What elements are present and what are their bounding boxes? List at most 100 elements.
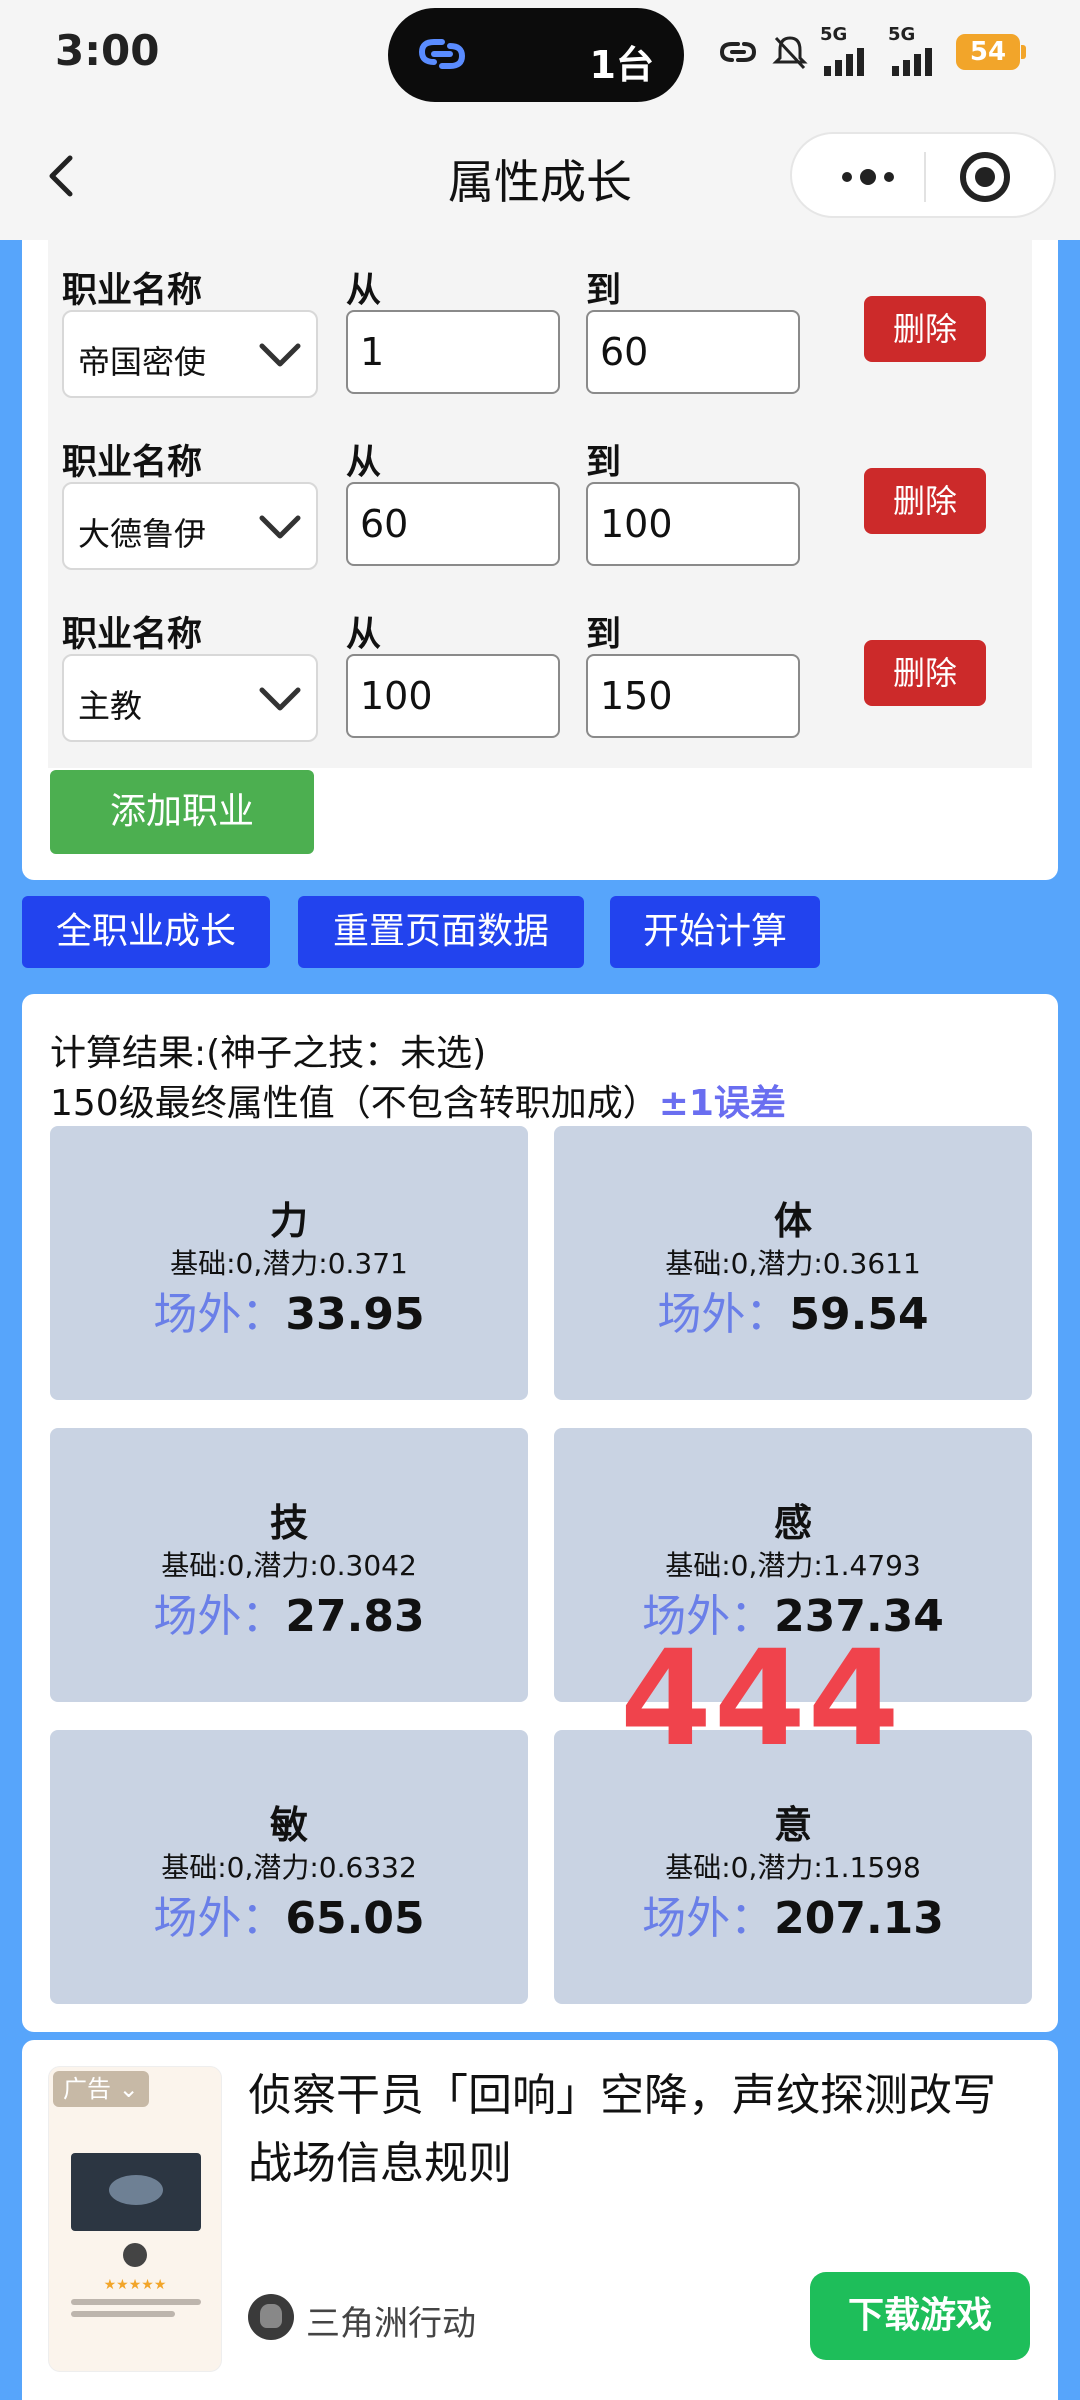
to-label: 到 <box>586 615 622 655</box>
to-level-input[interactable]: 60 <box>586 310 800 394</box>
offsite-label: 场外： <box>657 1289 790 1340</box>
job-select-value: 主教 <box>78 687 143 725</box>
job-name-label: 职业名称 <box>62 443 203 483</box>
stat-value-line: 场外：65.05 <box>50 1882 528 1946</box>
ad-tag[interactable]: 广告 ⌄ <box>53 2071 149 2107</box>
ad-source-name: 三角洲行动 <box>306 2304 476 2344</box>
stat-detail: 基础:0,潜力:0.6332 <box>161 1851 417 1884</box>
reset-page-button[interactable]: 重置页面数据 <box>298 896 584 968</box>
all-jobs-growth-button[interactable]: 全职业成长 <box>22 896 270 968</box>
nav-bar: 属性成长 <box>0 110 1080 240</box>
mute-bell-icon <box>772 36 808 70</box>
battery-icon: 54 <box>956 34 1026 70</box>
job-name-label: 职业名称 <box>62 615 203 655</box>
stat-detail: 基础:0,潜力:0.3042 <box>161 1549 417 1582</box>
stat-detail: 基础:0,潜力:1.1598 <box>665 1851 921 1884</box>
stat-name: 体 <box>773 1199 812 1243</box>
job-settings-card: 职业名称 从 到 帝国密使 1 60 删除 职业名称 从 到 大德鲁伊 60 1… <box>22 240 1058 880</box>
delete-button[interactable]: 删除 <box>864 640 986 706</box>
result-subtitle: 150级最终属性值（不包含转职加成）±1误差 <box>50 1074 786 1126</box>
job-name-label: 职业名称 <box>62 271 203 311</box>
mini-program-capsule <box>790 132 1056 218</box>
island-label: 1台 <box>589 43 654 87</box>
from-level-input[interactable]: 60 <box>346 482 560 566</box>
more-icon[interactable] <box>812 142 924 212</box>
stat-name: 力 <box>269 1199 308 1243</box>
overlay-number: 444 <box>620 1622 902 1776</box>
ad-thumb-text <box>71 2299 201 2323</box>
close-target-icon[interactable] <box>960 152 1010 202</box>
offsite-label: 场外： <box>153 1893 286 1944</box>
stat-value: 27.83 <box>285 1591 425 1642</box>
download-game-button[interactable]: 下载游戏 <box>810 2272 1030 2360</box>
stat-detail: 基础:0,潜力:0.3611 <box>665 1247 921 1280</box>
chevron-down-icon <box>259 343 301 367</box>
result-title: 计算结果:(神子之技：未选) <box>50 1033 487 1074</box>
chevron-down-icon <box>259 515 301 539</box>
ad-tag-label: 广告 <box>63 2075 111 2103</box>
stat-value: 65.05 <box>285 1893 425 1944</box>
ad-headline[interactable]: 侦察干员「回响」空降，声纹探测改写战场信息规则 <box>248 2062 1038 2198</box>
link-status-icon <box>719 42 757 62</box>
stat-detail: 基础:0,潜力:1.4793 <box>665 1549 921 1582</box>
offsite-label: 场外： <box>153 1289 286 1340</box>
dynamic-island[interactable]: 1台 <box>388 8 684 102</box>
ad-source-avatar <box>248 2294 294 2340</box>
status-time: 3:00 <box>55 26 160 75</box>
error-note: ±1误差 <box>658 1083 786 1124</box>
stat-card-technique: 技 基础:0,潜力:0.3042 场外：27.83 <box>50 1428 528 1702</box>
stat-value: 59.54 <box>789 1289 929 1340</box>
stat-name: 技 <box>269 1501 308 1545</box>
stat-card-constitution: 体 基础:0,潜力:0.3611 场外：59.54 <box>554 1126 1032 1400</box>
from-label: 从 <box>346 271 382 311</box>
from-level-input[interactable]: 1 <box>346 310 560 394</box>
start-calculate-button[interactable]: 开始计算 <box>610 896 820 968</box>
stat-value-line: 场外：207.13 <box>554 1882 1032 1946</box>
chevron-down-icon <box>259 687 301 711</box>
stat-value-line: 场外：59.54 <box>554 1278 1032 1342</box>
status-icons: 5G 5G 54 <box>716 22 1026 82</box>
to-label: 到 <box>586 443 622 483</box>
add-job-button[interactable]: 添加职业 <box>50 770 314 854</box>
stat-name: 意 <box>773 1803 812 1847</box>
stat-value: 207.13 <box>774 1893 944 1944</box>
stat-detail: 基础:0,潜力:0.371 <box>170 1247 408 1280</box>
delete-button[interactable]: 删除 <box>864 468 986 534</box>
job-row: 职业名称 从 到 帝国密使 1 60 删除 <box>48 240 1032 412</box>
stat-name: 敏 <box>269 1803 308 1847</box>
stat-value: 33.95 <box>285 1289 425 1340</box>
to-label: 到 <box>586 271 622 311</box>
capsule-divider <box>924 152 926 202</box>
stat-value-line: 场外：27.83 <box>50 1580 528 1644</box>
from-label: 从 <box>346 443 382 483</box>
signal-icon-1: 5G <box>820 24 878 76</box>
result-card: 计算结果:(神子之技：未选) 150级最终属性值（不包含转职加成）±1误差 力 … <box>22 994 1058 2032</box>
job-select-value: 大德鲁伊 <box>78 515 207 553</box>
signal-icon-2: 5G <box>888 24 946 76</box>
job-select[interactable]: 主教 <box>62 654 318 742</box>
to-level-input[interactable]: 100 <box>586 482 800 566</box>
to-level-input[interactable]: 150 <box>586 654 800 738</box>
offsite-label: 场外： <box>153 1591 286 1642</box>
delete-button[interactable]: 删除 <box>864 296 986 362</box>
stat-name: 感 <box>773 1501 812 1545</box>
job-select[interactable]: 帝国密使 <box>62 310 318 398</box>
stat-card-strength: 力 基础:0,潜力:0.371 场外：33.95 <box>50 1126 528 1400</box>
offsite-label: 场外： <box>642 1893 775 1944</box>
ad-card[interactable]: 广告 ⌄ ★★★★★ 侦察干员「回响」空降，声纹探测改写战场信息规则 三角洲行动… <box>22 2040 1058 2400</box>
job-rows: 职业名称 从 到 帝国密使 1 60 删除 职业名称 从 到 大德鲁伊 60 1… <box>48 240 1032 768</box>
job-select-value: 帝国密使 <box>78 343 207 381</box>
from-level-input[interactable]: 100 <box>346 654 560 738</box>
ad-scene-image <box>71 2153 201 2231</box>
status-bar: 3:00 1台 5G 5G 54 <box>0 0 1080 110</box>
job-row: 职业名称 从 到 主教 100 150 删除 <box>48 584 1032 756</box>
from-label: 从 <box>346 615 382 655</box>
ad-thumbnail[interactable]: 广告 ⌄ ★★★★★ <box>48 2066 222 2372</box>
ad-mini-avatar <box>123 2243 147 2267</box>
result-subtitle-text: 150级最终属性值（不包含转职加成） <box>50 1083 659 1124</box>
job-select[interactable]: 大德鲁伊 <box>62 482 318 570</box>
stat-card-agility: 敏 基础:0,潜力:0.6332 场外：65.05 <box>50 1730 528 2004</box>
link-icon <box>418 39 466 69</box>
job-row: 职业名称 从 到 大德鲁伊 60 100 删除 <box>48 412 1032 584</box>
ad-rating-stars: ★★★★★ <box>103 2277 167 2293</box>
